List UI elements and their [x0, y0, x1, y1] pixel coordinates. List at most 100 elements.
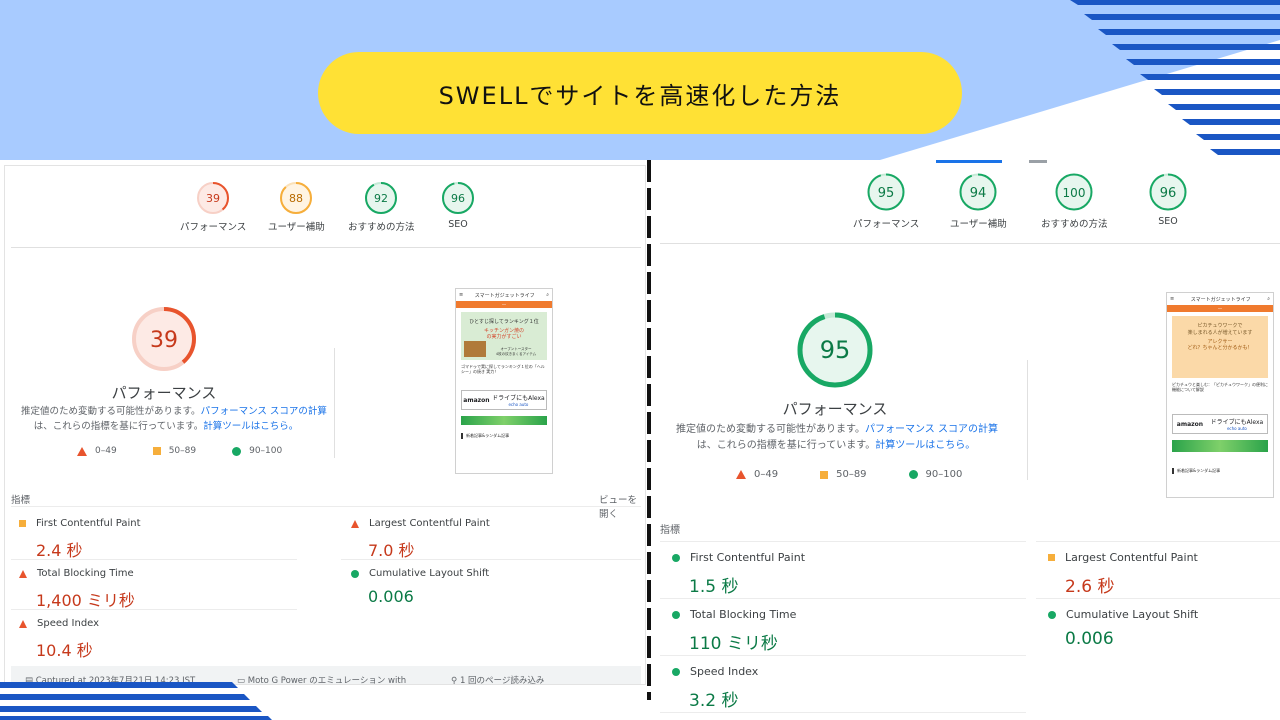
note-text: 推定値のため変動する可能性があります。 [21, 406, 201, 417]
svg-text:92: 92 [374, 192, 388, 205]
metric-speed-index: Speed Index 3.2 秒 [672, 665, 758, 711]
metric-fcp: First Contentful Paint 1.5 秒 [672, 551, 805, 597]
metric-name: First Contentful Paint [36, 518, 141, 529]
gauge-label: おすすめの方法 [348, 222, 415, 233]
dashed-divider [647, 160, 651, 700]
calculator-link[interactable]: 計算ツールはこちら。 [875, 440, 975, 451]
score-note: 推定値のため変動する可能性があります。パフォーマンス スコアの計算 は、これらの… [21, 404, 327, 434]
post-caption: ピカチュウと楽しむ：「ピカチュウワーク」の便利に機能について解説 [1172, 382, 1268, 392]
metric-value: 2.6 秒 [1065, 577, 1115, 597]
average-square-icon [820, 470, 829, 479]
gauge-label: ユーザー補助 [268, 222, 325, 233]
load-text: 1 回のページ読み込み [459, 676, 545, 685]
good-circle-icon [351, 569, 359, 578]
svg-text:94: 94 [970, 186, 987, 201]
metric-fcp: First Contentful Paint 2.4 秒 [19, 518, 141, 561]
poor-triangle-icon [19, 569, 27, 578]
divider-line [11, 559, 297, 560]
hero-image: ピカチュウワークで 楽しまれる人が増えています アレクサー どれ？ちゃんと分かる… [1172, 316, 1268, 378]
score-calc-link[interactable]: パフォーマンス スコアの計算 [201, 406, 327, 417]
vertical-divider [1027, 360, 1028, 480]
gauge-ring-icon: 96 [1149, 173, 1187, 211]
poor-triangle-icon [736, 470, 746, 479]
metric-name: Total Blocking Time [690, 608, 797, 621]
svg-text:95: 95 [820, 336, 851, 364]
metric-name: Cumulative Layout Shift [369, 568, 490, 579]
gauge-ring-icon: 92 [365, 182, 398, 214]
site-name: スマートガジェットライフ [1190, 296, 1251, 303]
ad-text: ドライブにもAlexa [1210, 419, 1264, 426]
hero-red-text: キッチンガン焼の の実力がすごい [483, 328, 524, 340]
divider-line [11, 506, 641, 507]
gauge-seo[interactable]: 96 SEO [441, 181, 475, 230]
metrics-heading: 指標 [660, 525, 680, 536]
page-screenshot-thumbnail[interactable]: ≡ スマートガジェットライフ ⌕ ― ひとすじ探してランキング１位 キッチンガン焼の… [455, 288, 553, 474]
load-info: ⚲ 1 回のページ読み込み [451, 674, 545, 685]
ad-text: ドライブにもAlexa [492, 395, 545, 402]
tab-indicator [1029, 160, 1047, 163]
amazon-ad: amazon ドライブにもAlexa echo auto [461, 390, 547, 410]
metrics-heading: 指標 [11, 495, 31, 506]
performance-title: パフォーマンス [111, 384, 217, 402]
gauge-accessibility[interactable]: 94 ユーザー補助 [950, 172, 1007, 230]
metric-name: Speed Index [690, 665, 759, 678]
gauge-accessibility[interactable]: 88 ユーザー補助 [268, 181, 325, 233]
legend-average: 50–89 [836, 469, 867, 480]
metric-name: Largest Contentful Paint [369, 518, 490, 529]
calculator-link[interactable]: 計算ツールはこちら。 [203, 421, 298, 432]
metric-lcp: Largest Contentful Paint 2.6 秒 [1048, 551, 1198, 597]
green-banner [1172, 440, 1268, 452]
divider-line [341, 559, 641, 560]
poor-triangle-icon [19, 619, 27, 628]
divider-line [1036, 541, 1280, 542]
left-report-panel: 39 パフォーマンス 88 ユーザー補助 92 おすすめの方法 96 SEO 3… [4, 165, 646, 685]
note-text: は、これらの指標を基に行っています。 [696, 440, 876, 451]
divider-line [660, 655, 1026, 656]
gauge-best-practices[interactable]: 92 おすすめの方法 [348, 181, 415, 233]
metric-name: Largest Contentful Paint [1065, 551, 1198, 564]
gauge-ring-icon: 94 [959, 173, 997, 211]
title-banner: SWELLでサイトを高速化した方法 [318, 52, 962, 134]
score-calc-link[interactable]: パフォーマンス スコアの計算 [865, 424, 998, 435]
gauge-ring-icon: 39 [197, 182, 230, 214]
poor-triangle-icon [77, 446, 87, 456]
decorative-stripes-top-right [1070, 0, 1280, 155]
good-circle-icon [672, 553, 680, 562]
gauge-performance[interactable]: 39 パフォーマンス [180, 181, 246, 233]
divider-line [660, 712, 1026, 713]
metric-name: First Contentful Paint [690, 551, 806, 564]
svg-text:39: 39 [206, 192, 220, 205]
svg-text:96: 96 [1160, 186, 1177, 201]
metric-tbt: Total Blocking Time 110 ミリ秒 [672, 608, 796, 654]
metric-value: 110 ミリ秒 [689, 634, 778, 654]
post-caption: ゴマドゥで実に探してランキング１位の「ヘルシー」の焼き 実力！ [461, 364, 545, 374]
metric-name: Total Blocking Time [37, 568, 134, 579]
divider-line [660, 541, 1026, 542]
metric-value: 3.2 秒 [689, 691, 739, 711]
menu-icon: ≡ [1170, 296, 1175, 302]
gauge-ring-icon: 95 [867, 173, 905, 211]
gauge-best-practices[interactable]: 100 おすすめの方法 [1041, 172, 1108, 230]
divider-line [660, 243, 1280, 244]
gauge-label: パフォーマンス [853, 219, 920, 230]
good-circle-icon [672, 667, 680, 676]
performance-title: パフォーマンス [782, 400, 888, 418]
gauge-seo[interactable]: 96 SEO [1148, 172, 1188, 227]
metric-value: 2.4 秒 [36, 541, 83, 560]
gauge-label: おすすめの方法 [1041, 219, 1108, 230]
metric-cls: Cumulative Layout Shift 0.006 [1048, 608, 1198, 649]
gauge-label: SEO [448, 219, 468, 230]
green-banner [461, 416, 547, 425]
good-circle-icon [1048, 610, 1056, 619]
site-name: スマートガジェットライフ [474, 292, 535, 299]
hero-sub: オーブントースター 4枚の炊きまくるアイテム [495, 347, 537, 356]
performance-score-gauge: 39 [132, 307, 196, 371]
gauge-performance[interactable]: 95 パフォーマンス [853, 172, 919, 230]
gauge-label: SEO [1158, 216, 1178, 227]
divider-line [11, 609, 297, 610]
page-screenshot-thumbnail[interactable]: ≡ スマートガジェットライフ ⌕ ― ピカチュウワークで 楽しまれる人が増えています… [1166, 292, 1274, 498]
legend-good: 90–100 [925, 469, 963, 480]
gauge-label: ユーザー補助 [950, 219, 1007, 230]
search-icon: ⌕ [1267, 296, 1270, 302]
hero-title: ピカチュウワークで 楽しまれる人が増えています [1187, 323, 1253, 336]
